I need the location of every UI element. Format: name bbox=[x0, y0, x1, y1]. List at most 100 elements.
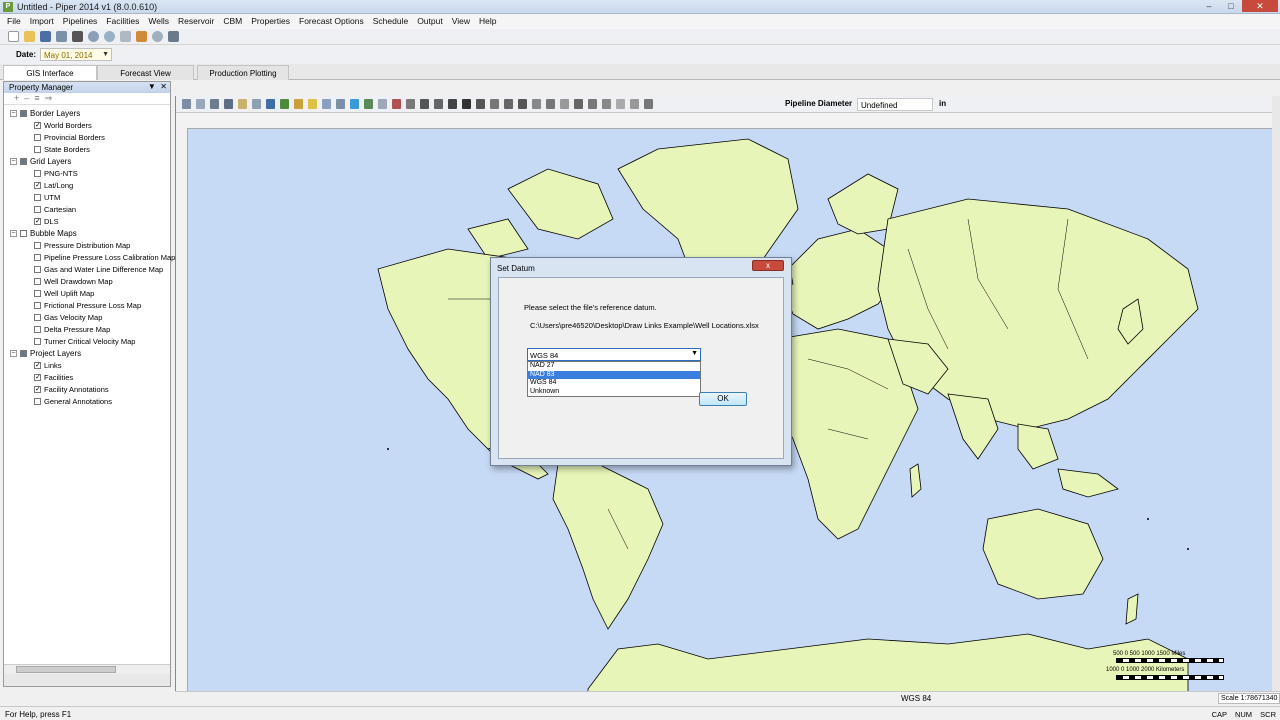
ok-button[interactable]: OK bbox=[699, 392, 747, 406]
map-tool-icon[interactable] bbox=[210, 99, 219, 109]
tree-category[interactable]: − Grid Layers bbox=[10, 155, 71, 167]
pipeline-diameter-select[interactable]: Undefined bbox=[857, 98, 933, 111]
scroll-thumb[interactable] bbox=[16, 666, 116, 673]
layer-checkbox[interactable]: ✓ bbox=[34, 385, 41, 393]
map-tool-icon[interactable] bbox=[238, 99, 247, 109]
pin-icon[interactable]: ▼ bbox=[148, 82, 156, 91]
layer-checkbox[interactable] bbox=[20, 349, 27, 357]
map-tool-icon[interactable] bbox=[294, 99, 303, 109]
collapse-icon[interactable]: − bbox=[10, 229, 17, 237]
tab-gis-interface[interactable]: GIS Interface bbox=[3, 65, 97, 80]
layer-checkbox[interactable] bbox=[34, 337, 41, 345]
layer-checkbox[interactable] bbox=[34, 277, 41, 285]
expand-all-icon[interactable]: + bbox=[14, 93, 19, 103]
collapse-icon[interactable]: − bbox=[10, 109, 17, 117]
menu-schedule[interactable]: Schedule bbox=[369, 14, 413, 29]
datum-option-unknown[interactable]: Unknown bbox=[528, 388, 700, 397]
maximize-icon[interactable]: □ bbox=[1220, 0, 1242, 12]
arrow-right-icon[interactable]: ⇒ bbox=[45, 93, 53, 103]
tree-item[interactable]: State Borders bbox=[34, 143, 90, 155]
new-file-icon[interactable] bbox=[8, 31, 19, 42]
layer-checkbox[interactable] bbox=[34, 193, 41, 201]
menu-help[interactable]: Help bbox=[475, 14, 501, 29]
datum-select[interactable]: WGS 84 ▼ bbox=[527, 348, 701, 361]
layer-checkbox[interactable] bbox=[34, 301, 41, 309]
tree-item[interactable]: Pressure Distribution Map bbox=[34, 239, 130, 251]
menu-view[interactable]: View bbox=[448, 14, 475, 29]
tree-item[interactable]: PNG-NTS bbox=[34, 167, 78, 179]
map-tool-icon[interactable] bbox=[616, 99, 625, 109]
map-tool-icon[interactable] bbox=[560, 99, 569, 109]
map-tool-icon[interactable] bbox=[504, 99, 513, 109]
map-tool-icon[interactable] bbox=[532, 99, 541, 109]
layer-checkbox[interactable] bbox=[34, 325, 41, 333]
tree-item[interactable]: Well Uplift Map bbox=[34, 287, 94, 299]
menu-import[interactable]: Import bbox=[26, 14, 59, 29]
close-panel-icon[interactable]: ✕ bbox=[160, 82, 167, 91]
tree-item[interactable]: ✓ World Borders bbox=[34, 119, 92, 131]
map-tool-icon[interactable] bbox=[280, 99, 289, 109]
map-tool-icon[interactable] bbox=[518, 99, 527, 109]
map-tool-icon[interactable] bbox=[322, 99, 331, 109]
globe-icon[interactable] bbox=[88, 31, 99, 42]
map-tool-icon[interactable] bbox=[490, 99, 499, 109]
tree-item[interactable]: ✓ Links bbox=[34, 359, 62, 371]
menu-cbm[interactable]: CBM bbox=[219, 14, 247, 29]
map-tool-icon[interactable] bbox=[196, 99, 205, 109]
tree-item[interactable]: Provincial Borders bbox=[34, 131, 105, 143]
layer-checkbox[interactable] bbox=[34, 205, 41, 213]
menu-output[interactable]: Output bbox=[413, 14, 448, 29]
datum-option-nad27[interactable]: NAD 27 bbox=[528, 362, 700, 371]
layer-checkbox[interactable]: ✓ bbox=[34, 373, 41, 381]
layer-checkbox[interactable] bbox=[34, 169, 41, 177]
tree-category[interactable]: − Border Layers bbox=[10, 107, 80, 119]
menu-properties[interactable]: Properties bbox=[247, 14, 295, 29]
map-tool-icon[interactable] bbox=[476, 99, 485, 109]
layer-checkbox[interactable] bbox=[34, 133, 41, 141]
tree-item[interactable]: Well Drawdown Map bbox=[34, 275, 113, 287]
map-tool-icon[interactable] bbox=[462, 99, 471, 109]
map-tool-icon[interactable] bbox=[434, 99, 443, 109]
tree-item[interactable]: Frictional Pressure Loss Map bbox=[34, 299, 141, 311]
map-tool-icon[interactable] bbox=[420, 99, 429, 109]
menu-file[interactable]: File bbox=[3, 14, 26, 29]
map-tool-icon[interactable] bbox=[308, 99, 317, 109]
tree-item[interactable]: Cartesian bbox=[34, 203, 76, 215]
menu-wells[interactable]: Wells bbox=[144, 14, 174, 29]
datum-option-wgs84[interactable]: WGS 84 bbox=[528, 379, 700, 388]
layer-checkbox[interactable] bbox=[20, 157, 27, 165]
menu-facilities[interactable]: Facilities bbox=[102, 14, 144, 29]
network-icon[interactable] bbox=[104, 31, 115, 42]
run-icon[interactable] bbox=[168, 31, 179, 42]
tree-item[interactable]: UTM bbox=[34, 191, 60, 203]
open-folder-icon[interactable] bbox=[24, 31, 35, 42]
map-tool-icon[interactable] bbox=[406, 99, 415, 109]
tree-item[interactable]: Gas and Water Line Difference Map bbox=[34, 263, 163, 275]
menu-forecast-options[interactable]: Forecast Options bbox=[295, 14, 369, 29]
date-select[interactable]: May 01, 2014 ▼ bbox=[40, 48, 112, 61]
layers-icon[interactable]: ≡ bbox=[34, 93, 39, 103]
map-tool-icon[interactable] bbox=[350, 99, 359, 109]
map-tool-icon[interactable] bbox=[546, 99, 555, 109]
close-icon[interactable]: ✕ bbox=[1242, 0, 1278, 12]
map-tool-icon[interactable] bbox=[448, 99, 457, 109]
map-tool-icon[interactable] bbox=[588, 99, 597, 109]
layer-checkbox[interactable]: ✓ bbox=[34, 181, 41, 189]
collapse-all-icon[interactable]: – bbox=[24, 93, 29, 103]
datum-option-nad83[interactable]: NAD 83 bbox=[528, 370, 700, 380]
map-tool-icon[interactable] bbox=[644, 99, 653, 109]
map-tool-icon[interactable] bbox=[392, 99, 401, 109]
layer-checkbox[interactable] bbox=[34, 265, 41, 273]
collapse-icon[interactable]: − bbox=[10, 157, 17, 165]
layer-checkbox[interactable]: ✓ bbox=[34, 217, 41, 225]
tree-item[interactable]: Delta Pressure Map bbox=[34, 323, 110, 335]
print-icon[interactable] bbox=[72, 31, 83, 42]
map-tool-icon[interactable] bbox=[224, 99, 233, 109]
layer-checkbox[interactable] bbox=[34, 397, 41, 405]
map-tool-icon[interactable] bbox=[266, 99, 275, 109]
tree-item[interactable]: Turner Critical Velocity Map bbox=[34, 335, 135, 347]
layer-checkbox[interactable] bbox=[34, 241, 41, 249]
minimize-icon[interactable]: – bbox=[1198, 0, 1220, 12]
link-icon[interactable] bbox=[120, 31, 131, 42]
report-icon[interactable] bbox=[136, 31, 147, 42]
